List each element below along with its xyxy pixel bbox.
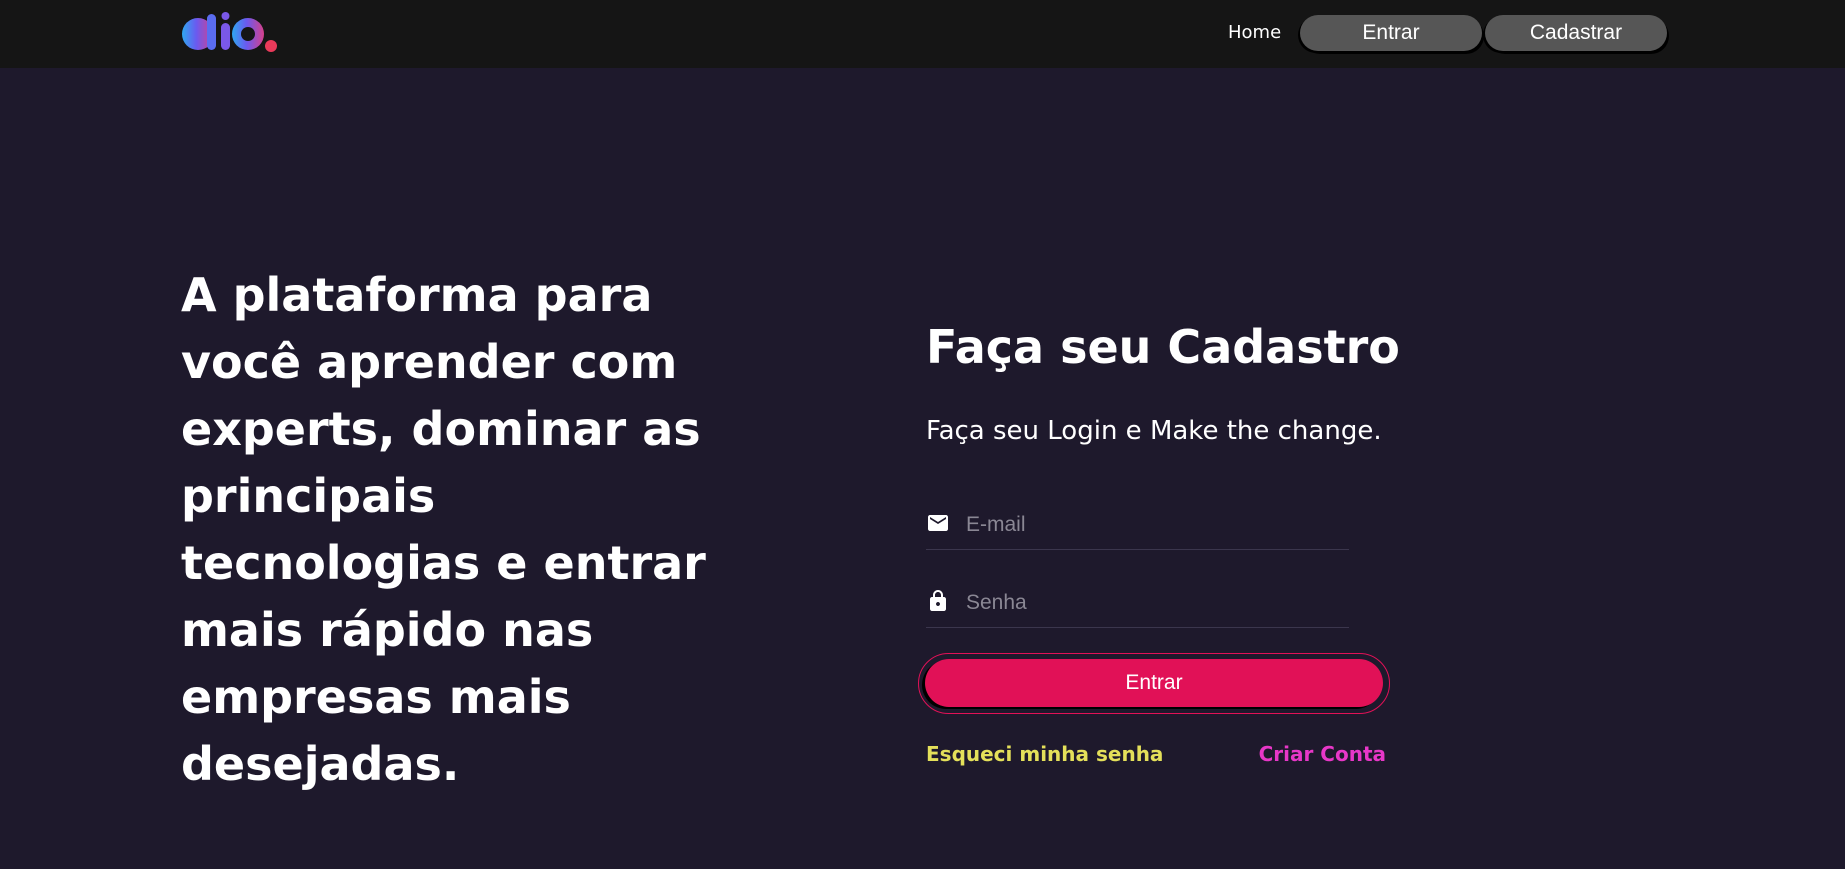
forgot-password-link[interactable]: Esqueci minha senha — [926, 740, 1163, 768]
mail-icon — [928, 515, 948, 531]
top-navbar: Home Entrar Cadastrar — [0, 0, 1845, 68]
form-subtitle: Faça seu Login e Make the change. — [926, 416, 1382, 446]
nav-home-link[interactable]: Home — [1228, 21, 1281, 45]
email-input[interactable] — [966, 505, 1346, 545]
email-field — [926, 505, 1349, 550]
form-title: Faça seu Cadastro — [926, 320, 1400, 374]
create-account-link[interactable]: Criar Conta — [1259, 740, 1386, 768]
lock-icon — [930, 590, 946, 611]
nav-cadastrar-button[interactable]: Cadastrar — [1485, 15, 1667, 51]
nav-entrar-button[interactable]: Entrar — [1300, 15, 1482, 51]
dio-logo[interactable] — [181, 12, 281, 54]
senha-field — [926, 583, 1349, 628]
entrar-submit-button[interactable]: Entrar — [925, 659, 1383, 707]
senha-input[interactable] — [966, 583, 1346, 623]
hero-headline: A plataforma para você aprender com expe… — [181, 268, 706, 791]
entrar-button-outline: Entrar — [918, 653, 1390, 714]
